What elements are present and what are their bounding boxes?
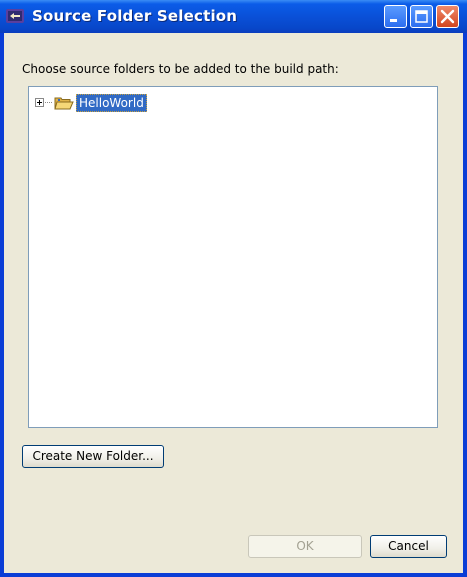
eclipse-app-icon: [6, 9, 24, 23]
window-title: Source Folder Selection: [32, 7, 238, 25]
close-button[interactable]: [436, 5, 459, 28]
minimize-button[interactable]: [384, 5, 407, 28]
maximize-icon: [415, 10, 428, 23]
minimize-icon: [390, 19, 397, 22]
prompt-label: Choose source folders to be added to the…: [22, 62, 339, 76]
create-new-folder-button[interactable]: Create New Folder...: [22, 445, 164, 468]
cancel-button[interactable]: Cancel: [370, 535, 447, 558]
close-icon: [440, 9, 455, 24]
ok-button[interactable]: OK: [248, 535, 362, 558]
source-folder-tree[interactable]: HelloWorld: [28, 86, 438, 428]
maximize-button[interactable]: [410, 5, 433, 28]
title-bar[interactable]: Source Folder Selection: [0, 0, 467, 33]
open-folder-icon: [54, 97, 74, 110]
expand-plus-icon[interactable]: [35, 98, 44, 107]
tree-connector: [45, 102, 52, 104]
source-folder-selection-window: Source Folder Selection Choose source fo…: [0, 0, 467, 577]
tree-item-label[interactable]: HelloWorld: [76, 94, 147, 112]
